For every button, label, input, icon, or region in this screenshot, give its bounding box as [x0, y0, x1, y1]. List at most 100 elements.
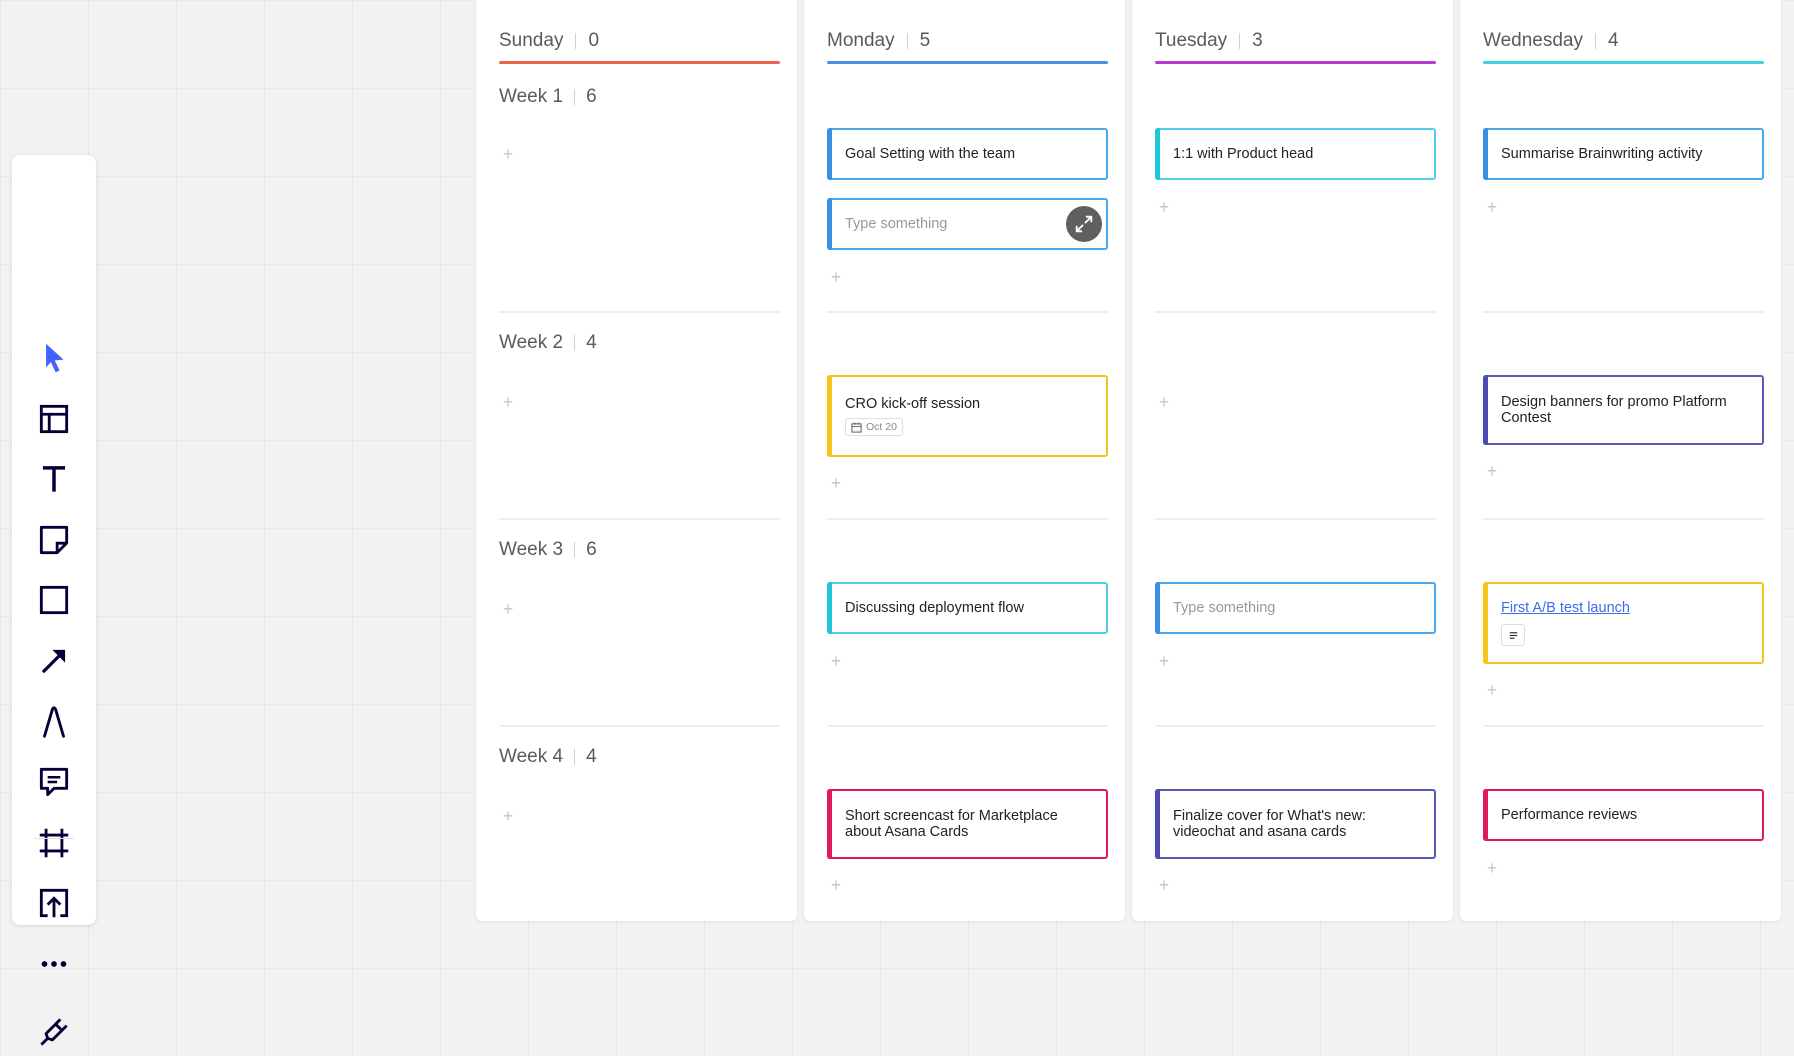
card-text: Finalize cover for What's new: videochat… — [1173, 808, 1366, 840]
week-count: 4 — [586, 332, 597, 353]
add-card-button[interactable]: + — [827, 652, 845, 670]
column-name: Monday — [827, 30, 895, 51]
week-name: Week 3 — [499, 539, 564, 560]
sticky-note-tool[interactable] — [30, 516, 78, 564]
header-separator — [906, 33, 908, 49]
week-count: 4 — [586, 746, 597, 767]
shape-tool[interactable] — [30, 576, 78, 624]
plugin-tool[interactable] — [30, 1008, 78, 1056]
column-header[interactable]: Wednesday 4 — [1483, 20, 1764, 64]
row-divider — [499, 725, 780, 727]
card-input-placeholder[interactable]: Type something — [845, 216, 1090, 232]
header-separator — [1595, 33, 1596, 49]
notes-badge[interactable] — [1501, 624, 1525, 646]
row-divider — [1155, 725, 1436, 727]
pen-tool[interactable] — [30, 698, 78, 746]
card[interactable]: First A/B test launch — [1483, 582, 1764, 664]
templates-tool[interactable] — [30, 395, 78, 443]
row-divider — [827, 725, 1108, 727]
card[interactable]: Summarise Brainwriting activity — [1483, 128, 1764, 180]
add-card-button[interactable]: + — [499, 600, 517, 618]
due-date-badge[interactable]: Oct 20 — [845, 418, 903, 436]
row-divider — [499, 518, 780, 520]
row-divider — [827, 518, 1108, 520]
frame-tool[interactable] — [30, 819, 78, 867]
due-date-text: Oct 20 — [866, 421, 897, 433]
select-tool-icon — [46, 343, 64, 373]
card-editing[interactable]: Type something — [827, 198, 1108, 250]
column-tuesday: Tuesday 3 1:1 with Product head + + Type… — [1132, 0, 1453, 921]
column-header[interactable]: Tuesday 3 — [1155, 20, 1436, 64]
week-separator — [574, 335, 576, 351]
add-card-button[interactable]: + — [1155, 876, 1173, 894]
card[interactable]: 1:1 with Product head — [1155, 128, 1436, 180]
week-label: Week 4 4 — [499, 746, 597, 768]
card[interactable]: Design banners for promo Platform Contes… — [1483, 375, 1764, 445]
week-separator — [574, 542, 576, 558]
card[interactable]: Finalize cover for What's new: videochat… — [1155, 789, 1436, 859]
column-header[interactable]: Sunday 0 — [499, 20, 780, 64]
card[interactable]: Discussing deployment flow — [827, 582, 1108, 634]
add-card-button[interactable]: + — [1155, 198, 1173, 216]
card[interactable]: Goal Setting with the team — [827, 128, 1108, 180]
arrow-tool[interactable] — [30, 637, 78, 685]
add-card-button[interactable]: + — [1155, 652, 1173, 670]
add-card-button[interactable]: + — [1483, 198, 1501, 216]
arrow-tool-icon — [41, 649, 66, 674]
comment-tool[interactable] — [30, 758, 78, 806]
card-text: CRO kick-off session — [845, 396, 981, 412]
plugin-icon — [40, 1018, 68, 1046]
add-card-button[interactable]: + — [827, 268, 845, 286]
card-text: Performance reviews — [1501, 807, 1638, 823]
card[interactable]: Short screencast for Marketplace about A… — [827, 789, 1108, 859]
week-count: 6 — [586, 86, 597, 107]
text-tool[interactable] — [30, 455, 78, 503]
column-header[interactable]: Monday 5 — [827, 20, 1108, 64]
upload-icon — [39, 888, 69, 918]
row-divider — [1483, 311, 1764, 313]
week-name: Week 1 — [499, 86, 564, 107]
column-color-line — [1155, 61, 1436, 64]
card[interactable]: Performance reviews — [1483, 789, 1764, 841]
calendar-icon — [851, 421, 862, 433]
week-label: Week 3 6 — [499, 539, 597, 561]
card-text: Design banners for promo Platform Contes… — [1501, 394, 1727, 426]
shape-tool-icon — [39, 585, 69, 615]
card-input-placeholder[interactable]: Type something — [1173, 600, 1418, 616]
header-separator — [1239, 33, 1241, 49]
more-tools[interactable] — [30, 940, 78, 988]
column-name: Tuesday — [1155, 30, 1228, 51]
week-name: Week 4 — [499, 746, 564, 767]
frame-icon — [39, 828, 69, 858]
add-card-button[interactable]: + — [1483, 681, 1501, 699]
add-card-button[interactable]: + — [499, 145, 517, 163]
add-card-button[interactable]: + — [827, 876, 845, 894]
add-card-button[interactable]: + — [1483, 859, 1501, 877]
add-card-button[interactable]: + — [1155, 393, 1173, 411]
add-card-button[interactable]: + — [1483, 462, 1501, 480]
select-tool[interactable] — [30, 334, 78, 382]
column-count: 0 — [588, 30, 600, 51]
notes-icon — [1509, 631, 1517, 639]
expand-icon — [1075, 215, 1093, 233]
more-icon — [41, 961, 67, 967]
toolbar — [12, 155, 96, 1046]
row-divider — [1483, 518, 1764, 520]
week-label: Week 2 4 — [499, 332, 597, 354]
card[interactable]: CRO kick-off session Oct 20 — [827, 375, 1108, 457]
upload-tool[interactable] — [30, 879, 78, 927]
column-color-line — [1483, 61, 1764, 64]
card-editing[interactable]: Type something — [1155, 582, 1436, 634]
add-card-button[interactable]: + — [827, 474, 845, 492]
text-tool-icon — [42, 466, 66, 492]
row-divider — [499, 311, 780, 313]
expand-card-button[interactable] — [1066, 206, 1102, 242]
week-label: Week 1 6 — [499, 86, 597, 108]
add-card-button[interactable]: + — [499, 393, 517, 411]
card-text: Goal Setting with the team — [845, 146, 1016, 162]
add-card-button[interactable]: + — [499, 807, 517, 825]
card-link-text[interactable]: First A/B test launch — [1501, 600, 1746, 616]
comment-icon — [39, 767, 69, 797]
row-divider — [1483, 725, 1764, 727]
column-count: 4 — [1608, 30, 1619, 51]
